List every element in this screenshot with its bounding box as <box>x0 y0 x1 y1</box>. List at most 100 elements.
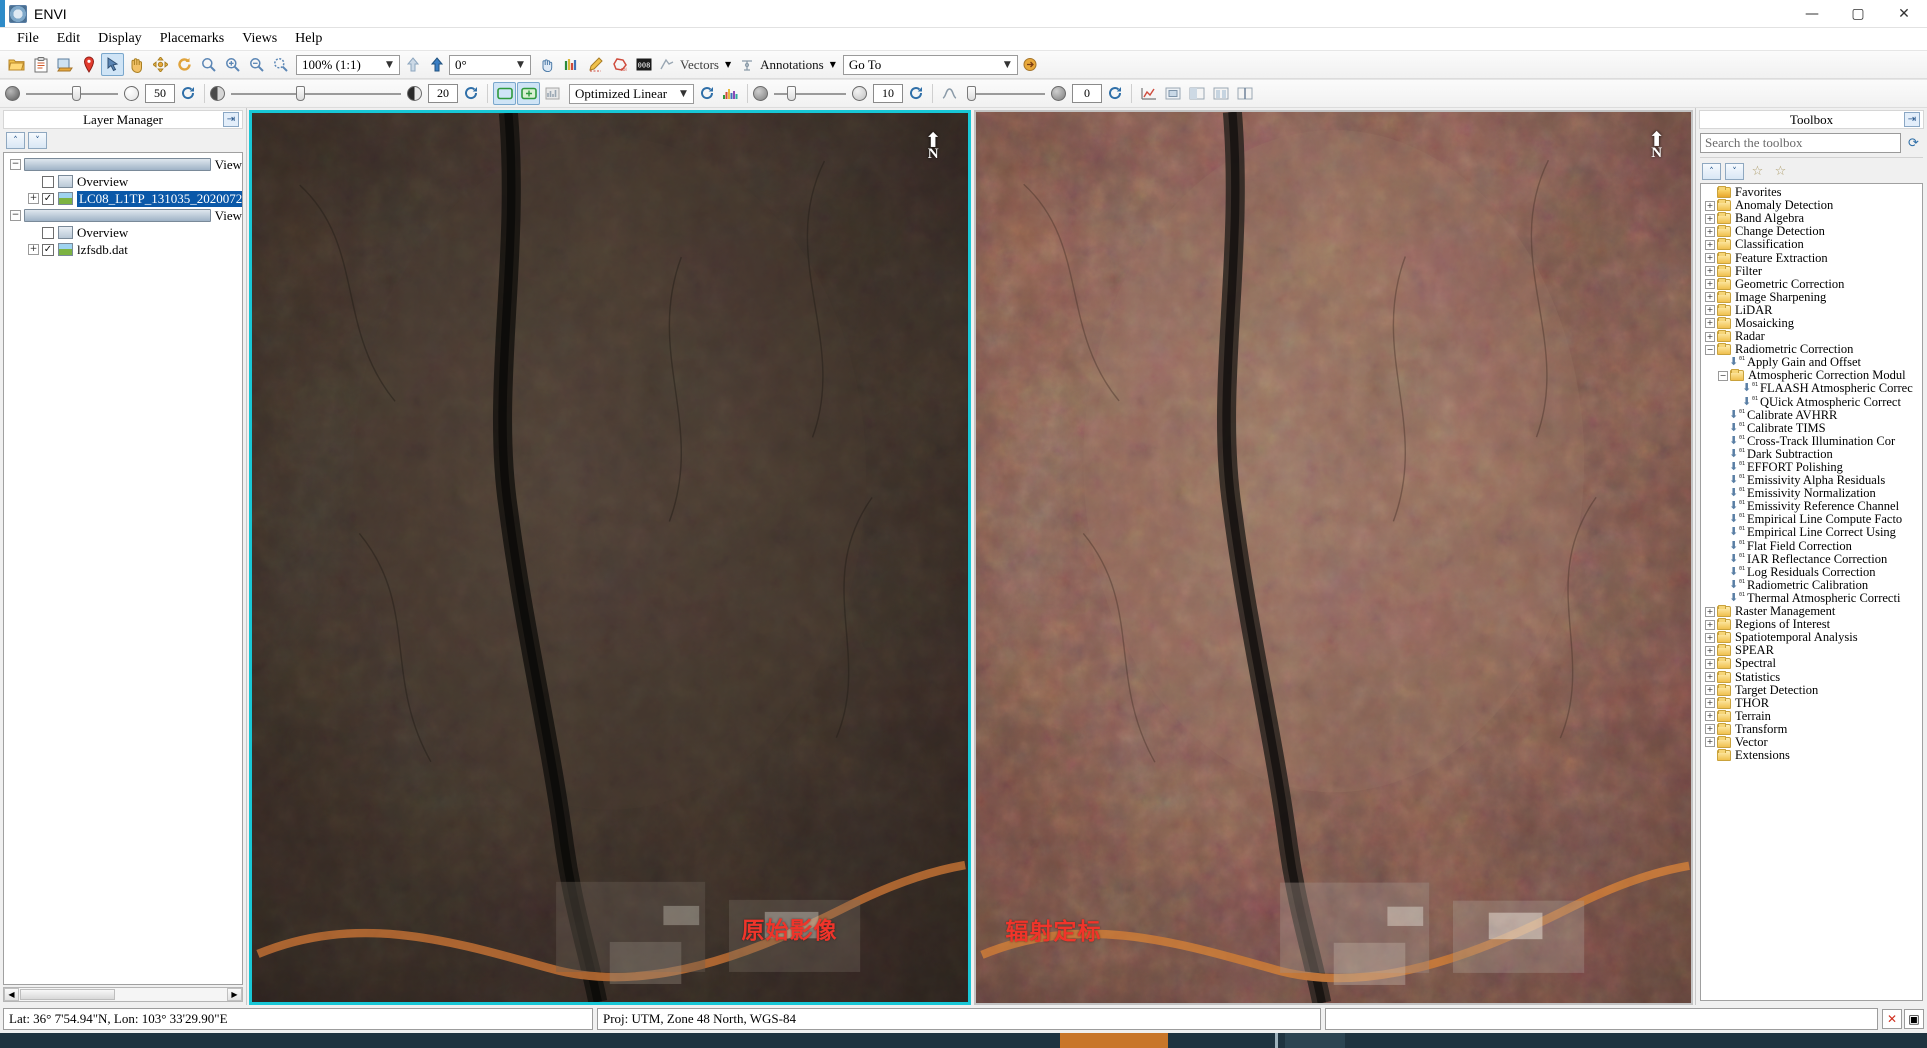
spectral-profile-icon[interactable] <box>560 53 583 76</box>
reset-transparency-icon[interactable] <box>176 82 199 105</box>
chart-icon[interactable] <box>1137 82 1160 105</box>
menu-file[interactable]: File <box>8 29 48 49</box>
expand-node-icon[interactable]: + <box>1705 737 1715 748</box>
toolbox-tool-item[interactable]: Emissivity Alpha Residuals <box>1701 473 1922 487</box>
reset-stretch-icon[interactable] <box>695 82 718 105</box>
taskbar-active-item[interactable] <box>1060 1033 1168 1048</box>
toolbox-folder-item[interactable]: + Classification <box>1701 237 1922 251</box>
goto-go-button[interactable] <box>1019 53 1042 76</box>
expand-node-icon[interactable]: + <box>1705 658 1715 669</box>
open-remote-icon[interactable] <box>53 53 76 76</box>
open-file-icon[interactable] <box>5 53 28 76</box>
toolbox-folder-item[interactable]: + Spatiotemporal Analysis <box>1701 630 1922 644</box>
toolbox-folder-item[interactable]: + SPEAR <box>1701 643 1922 657</box>
pin-panel-icon[interactable]: ⇥ <box>1904 112 1920 127</box>
stretch-on-full-icon[interactable] <box>517 82 540 105</box>
annotations-menu[interactable]: Annotations ▼ <box>736 57 840 73</box>
expand-node-icon[interactable]: + <box>28 193 39 204</box>
expand-node-icon[interactable]: + <box>1705 318 1715 329</box>
layer-tree-layer-node[interactable]: Overview <box>4 173 242 190</box>
toolbox-tool-item[interactable]: Emissivity Reference Channel <box>1701 499 1922 513</box>
toolbox-tool-item[interactable]: Radiometric Calibration <box>1701 578 1922 592</box>
vectors-menu[interactable]: Vectors ▼ <box>656 57 735 73</box>
layer-move-down-button[interactable]: ˅ <box>28 132 47 149</box>
toolbox-folder-item[interactable]: + LiDAR <box>1701 303 1922 317</box>
toolbox-folder-item[interactable]: − Radiometric Correction <box>1701 342 1922 356</box>
expand-node-icon[interactable]: + <box>1705 279 1715 290</box>
expand-node-icon[interactable]: + <box>1705 226 1715 237</box>
taskbar-item[interactable] <box>1285 1033 1345 1048</box>
expand-node-icon[interactable]: + <box>1705 698 1715 709</box>
sharpen-slider[interactable] <box>774 85 846 101</box>
calibrated-image-view[interactable]: ⬆ N 辐射定标 <box>973 110 1693 1005</box>
cursor-value-icon[interactable] <box>536 53 559 76</box>
toolbox-tool-item[interactable]: Flat Field Correction <box>1701 539 1922 553</box>
smooth-icon[interactable] <box>938 82 961 105</box>
layer-tree-hscrollbar[interactable]: ◀ ▶ <box>3 987 243 1002</box>
close-button[interactable]: ✕ <box>1881 0 1927 27</box>
layer-visibility-checkbox[interactable] <box>42 175 54 188</box>
toolbox-folder-item[interactable]: + Spectral <box>1701 656 1922 670</box>
toolbox-tool-item[interactable]: FLAASH Atmospheric Correc <box>1701 381 1922 395</box>
transparency-slider[interactable] <box>26 85 118 101</box>
toolbox-folder-item[interactable]: + Transform <box>1701 722 1922 736</box>
toolbox-move-up-button[interactable]: ˄ <box>1702 163 1721 180</box>
expand-node-icon[interactable]: + <box>1705 632 1715 643</box>
toolbox-tool-item[interactable]: Dark Subtraction <box>1701 447 1922 461</box>
toolbox-tool-item[interactable]: IAR Reflectance Correction <box>1701 552 1922 566</box>
layer-tree-layer-node[interactable]: + ✓ lzfsdb.dat <box>4 241 242 258</box>
zoom-step-up-blue-icon[interactable] <box>425 53 448 76</box>
collapse-node-icon[interactable]: − <box>1718 370 1728 381</box>
open-clipboard-icon[interactable] <box>29 53 52 76</box>
expand-node-icon[interactable]: + <box>1705 645 1715 656</box>
toolbox-folder-item[interactable]: Extensions <box>1701 748 1922 762</box>
toolbox-move-down-button[interactable]: ˅ <box>1725 163 1744 180</box>
toolbox-tool-item[interactable]: Calibrate AVHRR <box>1701 408 1922 422</box>
scroll-thumb[interactable] <box>20 989 115 1000</box>
fly-pan-icon[interactable] <box>149 53 172 76</box>
brightness-slider[interactable] <box>231 85 401 101</box>
expand-node-icon[interactable]: + <box>1705 292 1715 303</box>
portal-icon[interactable] <box>1161 82 1184 105</box>
add-to-favorites-icon[interactable]: ☆ <box>1748 163 1767 180</box>
scroll-left-icon[interactable]: ◀ <box>4 988 19 1001</box>
sharpen-value[interactable]: 10 <box>873 84 903 103</box>
pin-panel-icon[interactable]: ⇥ <box>223 112 239 127</box>
stop-task-icon[interactable]: ▣ <box>1904 1009 1924 1029</box>
region-of-interest-icon[interactable]: roi <box>608 53 631 76</box>
toolbox-tool-item[interactable]: Emissivity Normalization <box>1701 486 1922 500</box>
placemark-pin-icon[interactable] <box>77 53 100 76</box>
binary-mask-icon[interactable]: 008 <box>632 53 655 76</box>
reset-smooth-icon[interactable] <box>1103 82 1126 105</box>
stretch-on-view-icon[interactable] <box>493 82 516 105</box>
toolbox-tool-item[interactable]: Calibrate TIMS <box>1701 421 1922 435</box>
zoom-out-icon[interactable] <box>245 53 268 76</box>
toolbox-folder-item[interactable]: + Change Detection <box>1701 224 1922 238</box>
expand-node-icon[interactable]: + <box>1705 266 1715 277</box>
select-pointer-icon[interactable] <box>101 53 124 76</box>
toolbox-folder-item[interactable]: + THOR <box>1701 696 1922 710</box>
toolbox-folder-item[interactable]: + Mosaicking <box>1701 316 1922 330</box>
swipe-icon[interactable] <box>1233 82 1256 105</box>
toolbox-folder-item[interactable]: + Filter <box>1701 264 1922 278</box>
toolbox-tool-item[interactable]: Cross-Track Illumination Cor <box>1701 434 1922 448</box>
toolbox-tool-item[interactable]: Empirical Line Correct Using <box>1701 525 1922 539</box>
toolbox-tool-item[interactable]: Apply Gain and Offset <box>1701 355 1922 369</box>
toolbox-tool-item[interactable]: QUick Atmospheric Correct <box>1701 395 1922 409</box>
expand-node-icon[interactable]: + <box>28 244 39 255</box>
toolbox-folder-item[interactable]: + Band Algebra <box>1701 211 1922 225</box>
pencil-annotation-icon[interactable] <box>584 53 607 76</box>
rotation-combo[interactable]: 0° ▼ <box>449 54 531 75</box>
search-input[interactable] <box>1700 133 1901 153</box>
expand-node-icon[interactable]: + <box>1705 331 1715 342</box>
toolbox-folder-item[interactable]: + Feature Extraction <box>1701 251 1922 265</box>
toolbox-tool-item[interactable]: Thermal Atmospheric Correcti <box>1701 591 1922 605</box>
zoom-step-up-icon[interactable] <box>401 53 424 76</box>
expand-node-icon[interactable]: + <box>1705 200 1715 211</box>
toolbox-folder-item[interactable]: + Anomaly Detection <box>1701 198 1922 212</box>
toolbox-folder-item[interactable]: + Radar <box>1701 329 1922 343</box>
layer-visibility-checkbox[interactable]: ✓ <box>42 192 54 205</box>
expand-node-icon[interactable]: + <box>1705 253 1715 264</box>
layer-tree-layer-node[interactable]: + ✓ LC08_L1TP_131035_20200726 <box>4 190 242 207</box>
toolbox-folder-item[interactable]: + Regions of Interest <box>1701 617 1922 631</box>
